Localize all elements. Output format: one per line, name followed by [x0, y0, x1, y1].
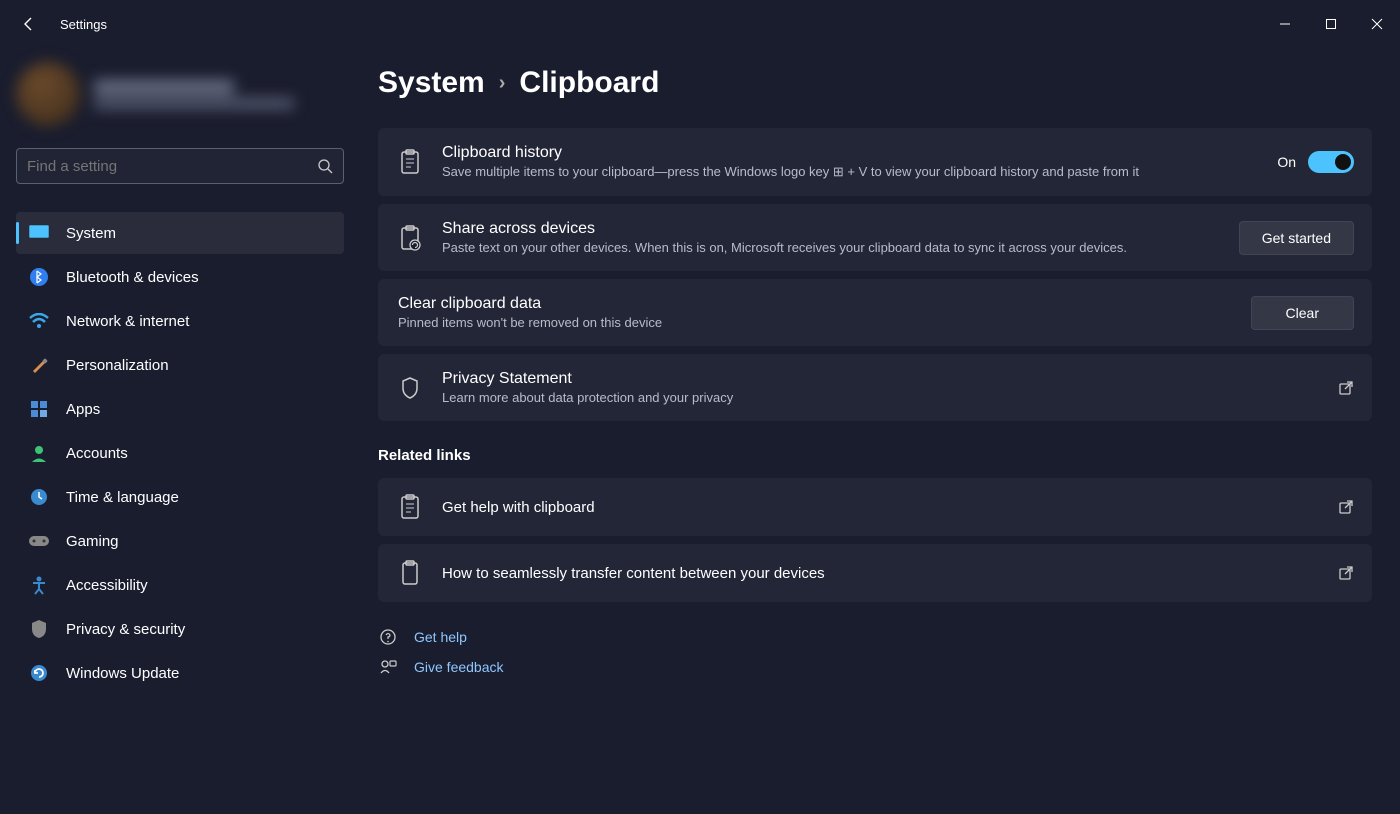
nav-list: System Bluetooth & devices Network & int… — [16, 212, 344, 694]
profile-block[interactable] — [16, 62, 344, 126]
clock-icon — [28, 486, 50, 508]
sidebar-item-network[interactable]: Network & internet — [16, 300, 344, 342]
sidebar-item-label: Time & language — [66, 489, 179, 506]
main-content: System › Clipboard Clipboard history Sav… — [360, 48, 1400, 814]
person-icon — [28, 442, 50, 464]
related-links-heading: Related links — [378, 447, 1372, 464]
search-input[interactable] — [16, 148, 344, 184]
sidebar-item-label: Personalization — [66, 357, 169, 374]
search-field[interactable] — [27, 158, 317, 175]
sidebar-item-label: Bluetooth & devices — [66, 269, 199, 286]
feedback-icon — [378, 658, 398, 676]
sidebar-item-privacy[interactable]: Privacy & security — [16, 608, 344, 650]
shield-icon — [28, 618, 50, 640]
back-button[interactable] — [20, 15, 38, 33]
update-icon — [28, 662, 50, 684]
wifi-icon — [28, 310, 50, 332]
sidebar-item-label: System — [66, 225, 116, 242]
card-title: Clipboard history — [442, 144, 1259, 162]
clipboard-sync-icon — [396, 225, 424, 251]
clipboard-icon — [396, 494, 424, 520]
shield-outline-icon — [396, 376, 424, 400]
profile-email — [94, 98, 294, 109]
clipboard-icon — [396, 149, 424, 175]
transfer-content-card[interactable]: How to seamlessly transfer content betwe… — [378, 544, 1372, 602]
external-link-icon — [1338, 565, 1354, 581]
sidebar-item-accessibility[interactable]: Accessibility — [16, 564, 344, 606]
clipboard-history-toggle[interactable] — [1308, 151, 1354, 173]
card-desc: Save multiple items to your clipboard—pr… — [442, 164, 1142, 180]
clipboard-plain-icon — [396, 560, 424, 586]
apps-icon — [28, 398, 50, 420]
privacy-statement-card[interactable]: Privacy Statement Learn more about data … — [378, 354, 1372, 421]
get-help-clipboard-card[interactable]: Get help with clipboard — [378, 478, 1372, 536]
sidebar-item-accounts[interactable]: Accounts — [16, 432, 344, 474]
close-button[interactable] — [1354, 8, 1400, 40]
card-desc: Paste text on your other devices. When t… — [442, 240, 1142, 255]
get-started-button[interactable]: Get started — [1239, 221, 1354, 255]
sidebar-item-time-language[interactable]: Time & language — [16, 476, 344, 518]
help-icon — [378, 628, 398, 646]
toggle-label: On — [1277, 154, 1296, 170]
footlink-label: Give feedback — [414, 659, 504, 675]
card-title: Get help with clipboard — [442, 499, 1320, 516]
profile-name — [94, 80, 234, 94]
sidebar-item-personalization[interactable]: Personalization — [16, 344, 344, 386]
sidebar-item-windows-update[interactable]: Windows Update — [16, 652, 344, 694]
give-feedback-link[interactable]: Give feedback — [378, 658, 1372, 676]
card-title: Share across devices — [442, 220, 1221, 238]
breadcrumb: System › Clipboard — [378, 66, 1372, 100]
card-desc: Learn more about data protection and you… — [442, 390, 1142, 405]
sidebar-item-system[interactable]: System — [16, 212, 344, 254]
card-title: How to seamlessly transfer content betwe… — [442, 565, 1320, 582]
accessibility-icon — [28, 574, 50, 596]
sidebar-item-label: Accounts — [66, 445, 128, 462]
card-title: Clear clipboard data — [398, 295, 1233, 313]
bluetooth-icon — [28, 266, 50, 288]
get-help-link[interactable]: Get help — [378, 628, 1372, 646]
display-icon — [28, 222, 50, 244]
sidebar-item-label: Network & internet — [66, 313, 189, 330]
clear-button[interactable]: Clear — [1251, 296, 1354, 330]
clear-clipboard-card: Clear clipboard data Pinned items won't … — [378, 279, 1372, 346]
breadcrumb-current: Clipboard — [519, 66, 659, 100]
app-name: Settings — [60, 17, 107, 32]
card-title: Privacy Statement — [442, 370, 1320, 388]
maximize-button[interactable] — [1308, 8, 1354, 40]
chevron-right-icon: › — [499, 72, 506, 95]
share-across-devices-card: Share across devices Paste text on your … — [378, 204, 1372, 271]
search-icon — [317, 158, 333, 174]
titlebar: Settings — [0, 0, 1400, 48]
brush-icon — [28, 354, 50, 376]
external-link-icon — [1338, 499, 1354, 515]
breadcrumb-parent[interactable]: System — [378, 66, 485, 100]
sidebar-item-label: Apps — [66, 401, 100, 418]
sidebar-item-label: Windows Update — [66, 665, 179, 682]
gamepad-icon — [28, 530, 50, 552]
clipboard-history-card: Clipboard history Save multiple items to… — [378, 128, 1372, 196]
sidebar-item-gaming[interactable]: Gaming — [16, 520, 344, 562]
footlink-label: Get help — [414, 629, 467, 645]
sidebar-item-label: Privacy & security — [66, 621, 185, 638]
minimize-button[interactable] — [1262, 8, 1308, 40]
sidebar-item-bluetooth[interactable]: Bluetooth & devices — [16, 256, 344, 298]
sidebar-item-apps[interactable]: Apps — [16, 388, 344, 430]
card-desc: Pinned items won't be removed on this de… — [398, 315, 1098, 330]
sidebar-item-label: Accessibility — [66, 577, 148, 594]
external-link-icon — [1338, 380, 1354, 396]
sidebar-item-label: Gaming — [66, 533, 119, 550]
sidebar: System Bluetooth & devices Network & int… — [0, 48, 360, 814]
avatar — [16, 62, 80, 126]
